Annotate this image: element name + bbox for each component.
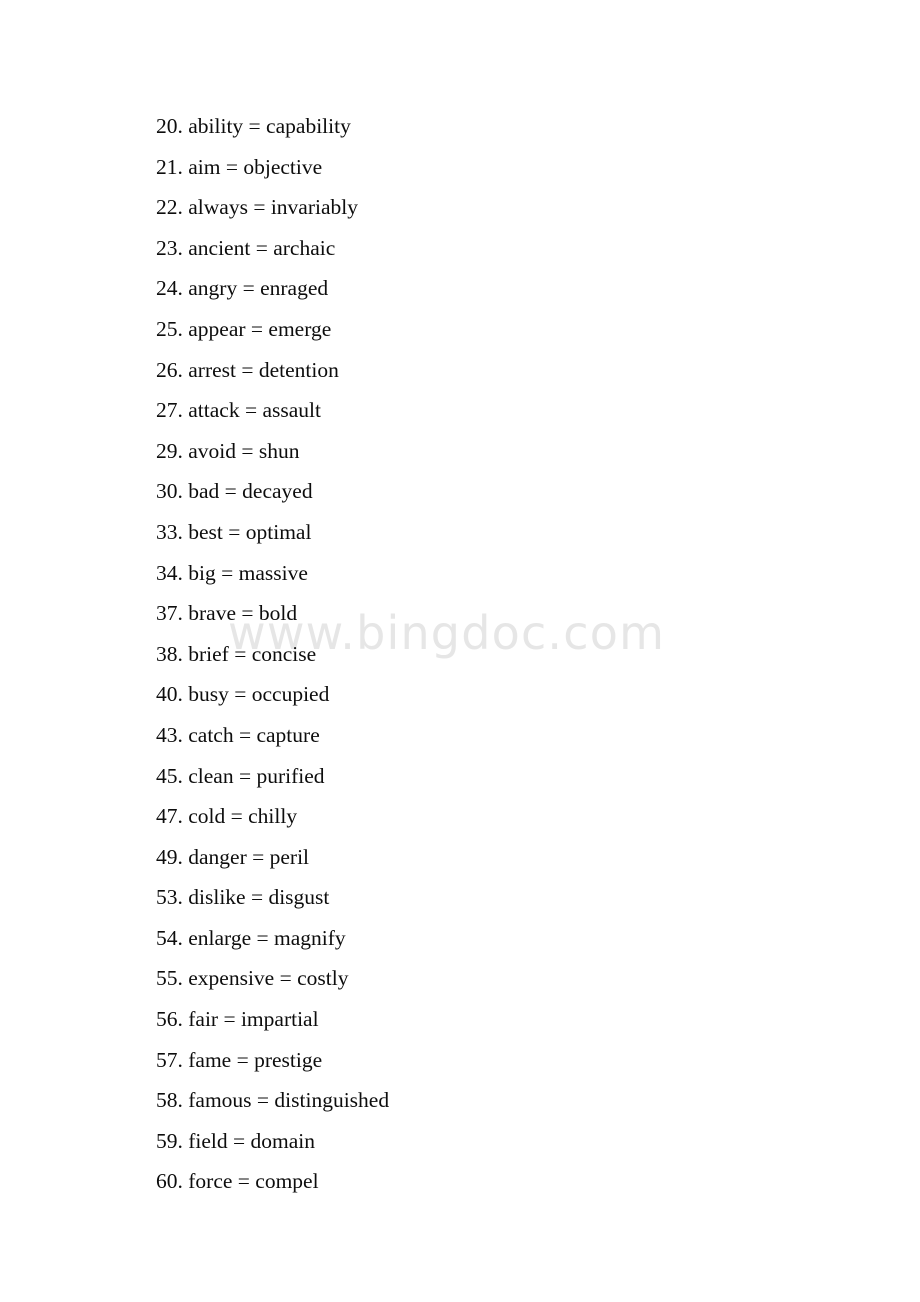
synonym-entry: 25. appear = emerge [156, 316, 332, 341]
synonym-entry: 53. dislike = disgust [156, 885, 330, 910]
synonym-entry: 59. field = domain [156, 1128, 316, 1153]
synonym-entry: 22. always = invariably [156, 195, 358, 220]
synonym-entry: 29. avoid = shun [156, 438, 300, 463]
synonym-entry-list: 20. ability = capability 21. aim = object… [156, 106, 856, 1202]
synonym-entry: 56. fair = impartial [156, 1007, 319, 1032]
synonym-entry: 55. expensive = costly [156, 966, 349, 991]
synonym-entry: 57. fame = prestige [156, 1047, 323, 1072]
synonym-entry: 27. attack = assault [156, 398, 321, 423]
synonym-entry: 26. arrest = detention [156, 357, 339, 382]
synonym-entry: 24. angry = enraged [156, 276, 329, 301]
synonym-entry: 33. best = optimal [156, 519, 312, 544]
synonym-entry: 45. clean = purified [156, 763, 325, 788]
synonym-entry: 30. bad = decayed [156, 479, 313, 504]
synonym-entry: 60. force = compel [156, 1169, 319, 1194]
synonym-entry: 54. enlarge = magnify [156, 925, 346, 950]
synonym-entry: 38. brief = concise [156, 641, 317, 666]
synonym-entry: 49. danger = peril [156, 844, 310, 869]
synonym-entry: 43. catch = capture [156, 722, 320, 747]
synonym-entry: 23. ancient = archaic [156, 235, 336, 260]
document-page: www.bingdoc.com 20. ability = capability… [0, 0, 920, 1302]
synonym-entry: 40. busy = occupied [156, 682, 330, 707]
synonym-entry: 47. cold = chilly [156, 804, 298, 829]
synonym-entry: 21. aim = objective [156, 154, 323, 179]
synonym-entry: 37. brave = bold [156, 601, 298, 626]
synonym-entry: 58. famous = distinguished [156, 1088, 390, 1113]
synonym-entry: 34. big = massive [156, 560, 308, 585]
synonym-entry: 20. ability = capability [156, 114, 351, 138]
